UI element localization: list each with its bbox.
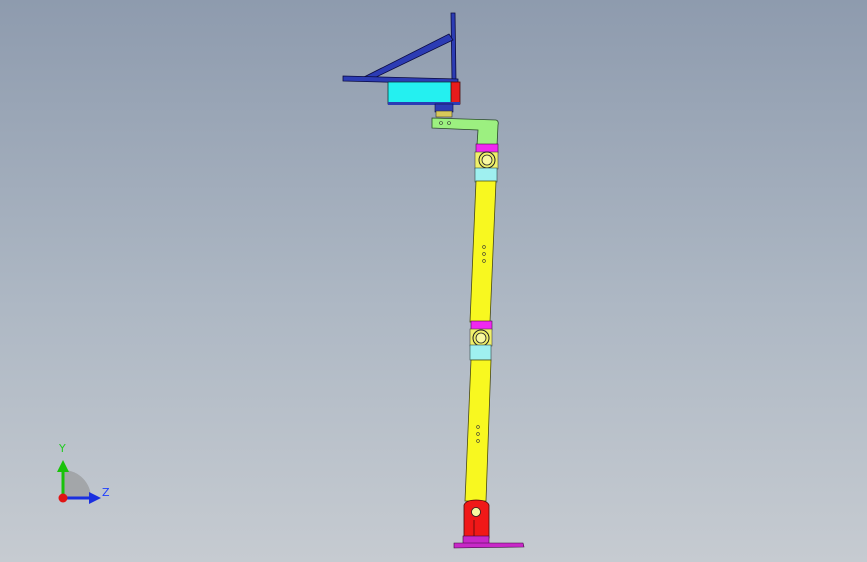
middle-joint-pin-inner [475, 332, 487, 344]
base-clevis-pin [471, 507, 481, 517]
base-clevis [463, 499, 490, 539]
y-axis-label: Y [59, 442, 66, 455]
upper-joint-cyan [474, 167, 498, 183]
assembly-model[interactable] [0, 0, 867, 562]
z-axis-label: Z [102, 486, 110, 499]
x-axis-dot-icon [58, 493, 68, 503]
upper-joint-pin-inner [481, 154, 493, 166]
upper-arm [469, 180, 497, 323]
middle-joint-magenta [470, 320, 493, 331]
orientation-triad[interactable] [40, 440, 130, 520]
base-plate [453, 542, 525, 549]
mount-bolts [435, 110, 453, 118]
y-axis-arrow-icon [57, 460, 69, 472]
sensor-enclosure [387, 81, 453, 105]
top-frame-brace [360, 33, 454, 81]
middle-joint-cyan [469, 344, 492, 361]
triad-quadrant [63, 470, 91, 498]
lower-arm [464, 359, 492, 502]
enclosure-cap-red [450, 81, 461, 105]
top-frame-mast [450, 12, 457, 81]
z-axis-arrow-icon [89, 492, 101, 504]
graphics-viewport[interactable]: Y Z [0, 0, 867, 562]
